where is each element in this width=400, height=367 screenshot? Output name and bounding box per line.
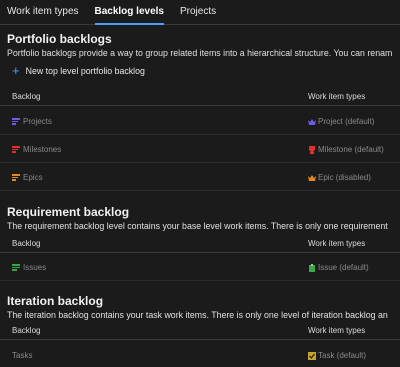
work-item-type: Epic (disabled) (318, 173, 371, 182)
task-check-icon (308, 351, 316, 360)
work-item-type: Project (default) (318, 117, 375, 126)
table-row[interactable]: Epics Epic (disabled) (0, 163, 400, 191)
plus-icon: + (12, 63, 20, 78)
portfolio-table-header: Backlog Work item types (0, 86, 400, 106)
backlog-grid-icon (12, 264, 20, 271)
backlog-name: Issues (23, 263, 47, 272)
new-portfolio-backlog-label: New top level portfolio backlog (25, 66, 145, 76)
portfolio-title: Portfolio backlogs (7, 32, 112, 46)
col-backlog: Backlog (12, 92, 41, 101)
requirement-title: Requirement backlog (7, 205, 130, 219)
col-work-item-types: Work item types (308, 239, 366, 248)
iteration-title: Iteration backlog (7, 294, 104, 308)
table-row[interactable]: Milestones Milestone (default) (0, 135, 400, 163)
col-work-item-types: Work item types (308, 326, 366, 335)
backlog-name: Projects (23, 117, 52, 126)
table-row[interactable]: Projects Project (default) (0, 107, 400, 135)
clipboard-icon (309, 263, 315, 272)
table-row[interactable]: Issues Issue (default) (0, 253, 400, 281)
tab-backlog-levels[interactable]: Backlog levels (87, 0, 172, 25)
tab-projects[interactable]: Projects (172, 0, 224, 25)
backlog-name: Tasks (12, 351, 33, 360)
crown-icon (308, 118, 316, 125)
backlog-bars-icon (12, 118, 20, 125)
backlog-name: Milestones (23, 145, 62, 154)
backlog-name: Epics (23, 173, 43, 182)
requirement-table-header: Backlog Work item types (0, 233, 400, 253)
iteration-description: The iteration backlog contains your task… (7, 310, 388, 320)
new-portfolio-backlog-button[interactable]: + New top level portfolio backlog (12, 63, 145, 78)
work-item-type: Milestone (default) (318, 145, 384, 154)
table-row[interactable]: Tasks Task (default) (0, 341, 400, 367)
tab-work-item-types[interactable]: Work item types (0, 0, 87, 25)
work-item-type: Issue (default) (318, 263, 369, 272)
col-work-item-types: Work item types (308, 92, 366, 101)
col-backlog: Backlog (12, 326, 41, 335)
work-item-type: Task (default) (318, 351, 367, 360)
backlog-bars-icon (12, 146, 20, 153)
col-backlog: Backlog (12, 239, 41, 248)
requirement-description: The requirement backlog level contains y… (7, 221, 388, 231)
tab-bar: Work item types Backlog levels Projects (0, 0, 400, 25)
crown-icon (308, 174, 316, 181)
iteration-table-header: Backlog Work item types (0, 320, 400, 340)
backlog-bars-icon (12, 174, 20, 181)
trophy-icon (309, 145, 315, 154)
portfolio-description: Portfolio backlogs provide a way to grou… (7, 48, 393, 58)
